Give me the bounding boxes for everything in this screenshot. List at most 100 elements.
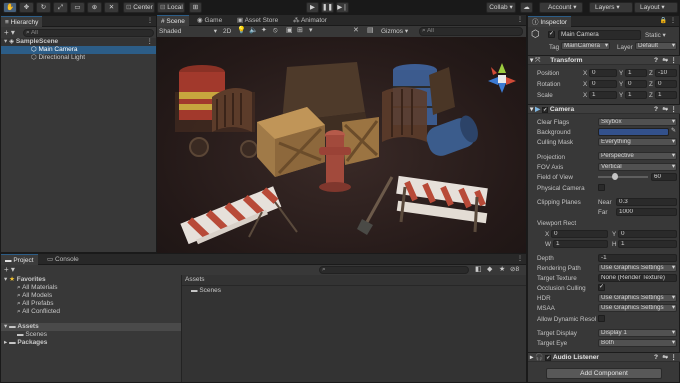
rotation-x-field[interactable]: 0 <box>589 80 617 88</box>
viewport-y-field[interactable]: 0 <box>618 230 677 238</box>
services-button[interactable]: ☁ <box>520 2 533 13</box>
favorite-icon[interactable]: ★ <box>499 265 505 273</box>
move-tool-button[interactable]: ✥ <box>19 2 34 13</box>
collab-button[interactable]: Collab ▾ <box>486 2 516 13</box>
snap-icon[interactable]: ▾ <box>309 26 313 36</box>
scene-viewport[interactable] <box>157 37 526 253</box>
culling-mask-dropdown[interactable]: Everything ▾ <box>598 138 677 146</box>
physical-camera-checkbox[interactable] <box>598 184 605 191</box>
camera-header[interactable]: ▾ ▶ ✓ Camera ? ⇋ ⋮ <box>528 104 680 114</box>
scale-y-field[interactable]: 1 <box>625 91 647 99</box>
help-icon[interactable]: ? <box>654 56 658 65</box>
transform-header[interactable]: ▾ ⤧ Transform ? ⇋ ⋮ <box>528 55 680 65</box>
step-button[interactable]: ▶❘ <box>336 2 349 13</box>
msaa-dropdown[interactable]: Use Graphics Settings ▾ <box>598 304 677 312</box>
packages-row[interactable]: ▸ ▬ Packages <box>4 339 47 347</box>
pause-button[interactable]: ❚❚ <box>321 2 334 13</box>
panel-menu-icon[interactable]: ⋮ <box>517 16 523 23</box>
position-y-field[interactable]: 1 <box>625 69 647 77</box>
tab-project[interactable]: ▬ Project <box>1 254 38 265</box>
position-x-field[interactable]: 0 <box>589 69 617 77</box>
presets-icon[interactable]: ⇋ <box>662 105 668 114</box>
audio-icon[interactable]: 🔈 <box>249 26 258 36</box>
audio-enabled-checkbox[interactable]: ✓ <box>545 355 552 361</box>
fov-slider-track[interactable] <box>598 173 648 180</box>
grid-icon[interactable]: ⊞ <box>297 26 303 36</box>
viewport-h-field[interactable]: 1 <box>618 240 677 248</box>
component-menu-icon[interactable]: ⋮ <box>670 353 677 362</box>
hierarchy-item-directional-light[interactable]: ⬡ Directional Light <box>1 54 156 62</box>
pivot-center-button[interactable]: ⊡ Center <box>123 2 155 13</box>
far-field[interactable]: 1000 <box>616 208 677 216</box>
projection-dropdown[interactable]: Perspective ▾ <box>598 152 677 160</box>
custom-tool-button[interactable]: ✕ <box>104 2 119 13</box>
active-checkbox[interactable]: ✓ <box>548 31 555 38</box>
background-color-swatch[interactable] <box>598 128 669 136</box>
fov-field[interactable]: 60 <box>651 173 677 181</box>
scene-row[interactable]: ▾ ◈ SampleScene ⋮ <box>1 38 156 46</box>
hidden-objects-icon[interactable]: ⦸ <box>273 26 278 36</box>
rotation-y-field[interactable]: 0 <box>625 80 647 88</box>
scale-z-field[interactable]: 1 <box>655 91 677 99</box>
target-eye-dropdown[interactable]: Both ▾ <box>598 339 677 347</box>
lock-icon[interactable]: 🔒 <box>660 17 667 24</box>
breadcrumb[interactable]: Assets <box>185 276 205 284</box>
presets-icon[interactable]: ⇋ <box>662 353 668 362</box>
panel-menu-icon[interactable]: ⋮ <box>670 17 676 24</box>
folder-item-scenes[interactable]: ▬ Scenes <box>191 287 221 295</box>
tab-console[interactable]: ▭ Console <box>43 254 83 265</box>
layers-dropdown[interactable]: Layers ▾ <box>589 2 633 13</box>
tab-inspector[interactable]: ⓘ Inspector <box>528 16 572 27</box>
camera-settings-icon[interactable]: ▣ <box>286 26 293 36</box>
tab-asset-store[interactable]: ▣ Asset Store <box>233 15 282 26</box>
depth-field[interactable]: -1 <box>598 254 677 262</box>
camera-enabled-checkbox[interactable]: ✓ <box>542 107 549 113</box>
position-z-field[interactable]: -10 <box>655 69 677 77</box>
lighting-icon[interactable]: 💡 <box>237 26 246 36</box>
favorite-item-all-models[interactable]: ⌕ All Models <box>17 292 52 300</box>
presets-icon[interactable]: ⇋ <box>662 56 668 65</box>
assets-child-scenes[interactable]: ▬ Scenes <box>17 331 47 339</box>
tab-scene[interactable]: # Scene <box>157 15 189 26</box>
filter-type-icon[interactable]: ◧ <box>475 265 482 273</box>
tab-game[interactable]: ◉ Game <box>193 15 226 26</box>
play-button[interactable]: ▶ <box>306 2 319 13</box>
occlusion-culling-checkbox[interactable]: ✓ <box>598 284 605 291</box>
tab-animator[interactable]: ⁂ Animator <box>289 15 331 26</box>
scale-tool-button[interactable]: ⤢ <box>53 2 68 13</box>
object-name-field[interactable]: Main Camera <box>558 30 641 40</box>
target-display-dropdown[interactable]: Display 1 ▾ <box>598 329 677 337</box>
layer-dropdown[interactable]: Default ▾ <box>635 42 677 50</box>
create-plus-icon[interactable]: + ▾ <box>4 28 15 37</box>
favorite-item-all-materials[interactable]: ⌕ All Materials <box>17 284 58 292</box>
viewport-w-field[interactable]: 1 <box>553 240 608 248</box>
hierarchy-search-input[interactable]: ⌕ All <box>23 29 154 37</box>
viewport-x-field[interactable]: 0 <box>551 230 608 238</box>
camera-icon[interactable]: ▤ <box>367 26 374 36</box>
rendering-path-dropdown[interactable]: Use Graphics Settings ▾ <box>598 264 677 272</box>
space-local-button[interactable]: ⊟ Local <box>157 2 185 13</box>
dynamic-resolution-checkbox[interactable] <box>598 315 605 322</box>
rotation-z-field[interactable]: 0 <box>655 80 677 88</box>
scene-menu-icon[interactable]: ⋮ <box>147 38 154 46</box>
tab-hierarchy[interactable]: ≡ Hierarchy <box>1 16 43 27</box>
panel-menu-icon[interactable]: ⋮ <box>517 255 523 262</box>
mode-2d-toggle[interactable]: 2D <box>223 27 231 36</box>
scale-x-field[interactable]: 1 <box>589 91 617 99</box>
component-menu-icon[interactable]: ⋮ <box>670 56 677 65</box>
hand-tool-button[interactable]: ✋ <box>3 2 17 13</box>
hierarchy-item-main-camera[interactable]: ⬡ Main Camera <box>1 46 156 54</box>
gizmos-dropdown[interactable]: Gizmos ▾ <box>381 27 417 36</box>
effects-icon[interactable]: ✦ <box>261 26 267 36</box>
near-field[interactable]: 0.3 <box>616 198 677 206</box>
filter-label-icon[interactable]: ◆ <box>487 265 492 273</box>
favorite-item-all-prefabs[interactable]: ⌕ All Prefabs <box>17 300 54 308</box>
grid-snap-button[interactable]: ⊞ <box>189 2 202 13</box>
favorite-item-all-conflicted[interactable]: ⌕ All Conflicted <box>17 308 60 316</box>
favorites-row[interactable]: ▾ ★ Favorites <box>4 276 46 284</box>
rotate-tool-button[interactable]: ↻ <box>36 2 51 13</box>
panel-menu-icon[interactable]: ⋮ <box>147 17 153 24</box>
rect-tool-button[interactable]: ▭ <box>70 2 85 13</box>
tools-icon[interactable]: ✕ <box>353 26 359 36</box>
clear-flags-dropdown[interactable]: Skybox ▾ <box>598 118 677 126</box>
